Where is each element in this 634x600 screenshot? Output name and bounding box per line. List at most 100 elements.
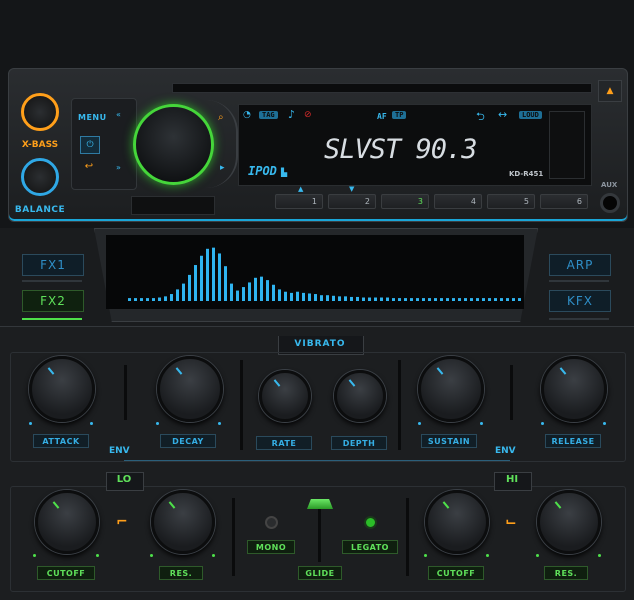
spectrum-bar bbox=[224, 266, 227, 301]
sustain-min-dot bbox=[418, 422, 421, 425]
skip-back-icon[interactable]: « bbox=[116, 110, 121, 119]
kfx-button[interactable]: KFX bbox=[549, 290, 611, 312]
search-icon[interactable]: ⌕ bbox=[218, 112, 224, 123]
preset-button-1[interactable]: 1 bbox=[275, 194, 323, 209]
vibrato-divider-4 bbox=[510, 365, 513, 420]
spectrum-bar bbox=[170, 294, 173, 301]
spectrum-bar bbox=[326, 295, 329, 301]
hi-res-max-dot bbox=[598, 554, 601, 557]
kfx-indicator bbox=[549, 318, 609, 320]
lo-res-max-dot bbox=[212, 554, 215, 557]
spectrum-bar bbox=[482, 298, 485, 301]
spectrum-bar bbox=[380, 297, 383, 301]
power-icon: ⏻ bbox=[86, 140, 94, 150]
preset-button-3[interactable]: 3 bbox=[381, 194, 429, 209]
skip-forward-icon[interactable]: » bbox=[116, 163, 121, 172]
decay-max-dot bbox=[218, 422, 221, 425]
tag-badge: TAG bbox=[259, 111, 278, 119]
hi-label: HI bbox=[505, 474, 519, 485]
fx2-indicator bbox=[22, 318, 82, 320]
lo-cutoff-knob[interactable] bbox=[35, 490, 99, 554]
lo-res-knob[interactable] bbox=[151, 490, 215, 554]
lo-cutoff-label: CUTOFF bbox=[37, 566, 95, 580]
lowpass-icon: ⌐ bbox=[116, 514, 128, 530]
knob-indicator bbox=[169, 501, 176, 509]
filter-divider-2 bbox=[406, 498, 409, 576]
spectrum-bar bbox=[446, 298, 449, 301]
tp-badge: TP bbox=[392, 111, 407, 119]
glide-slider-handle[interactable] bbox=[307, 499, 333, 509]
preset-button-2[interactable]: 2 bbox=[328, 194, 376, 209]
volume-display-slot bbox=[131, 196, 215, 215]
vibrato-divider-1 bbox=[124, 365, 127, 420]
sustain-knob[interactable] bbox=[418, 356, 484, 422]
fx2-button[interactable]: FX2 bbox=[22, 290, 84, 312]
aux-jack[interactable] bbox=[600, 193, 620, 213]
eject-icon: ▲ bbox=[606, 86, 614, 96]
spectrum-bar bbox=[194, 265, 197, 301]
no-icon: ⊘ bbox=[304, 110, 312, 120]
spectrum-bar bbox=[272, 284, 275, 301]
hi-cutoff-label: CUTOFF bbox=[428, 566, 484, 580]
preset-down-arrow: ▼ bbox=[349, 185, 355, 193]
stereo-icon: ↔ bbox=[498, 108, 508, 121]
spectrum-bar bbox=[260, 276, 263, 301]
spectrum-bar bbox=[290, 292, 293, 301]
legato-button[interactable]: LEGATO bbox=[342, 540, 398, 554]
decay-knob[interactable] bbox=[157, 356, 223, 422]
lo-label: LO bbox=[116, 474, 132, 485]
fx1-button[interactable]: FX1 bbox=[22, 254, 84, 276]
spectrum-bar bbox=[362, 297, 365, 301]
spectrum-bar bbox=[242, 287, 245, 301]
spectrum-bar bbox=[458, 298, 461, 301]
back-button[interactable]: ↩ bbox=[80, 161, 98, 175]
rate-knob[interactable] bbox=[259, 370, 311, 422]
forward-icon[interactable]: ▸ bbox=[220, 163, 225, 173]
release-min-dot bbox=[541, 422, 544, 425]
af-indicator: AF bbox=[377, 112, 387, 121]
spectrum-bar bbox=[278, 289, 281, 301]
folder-icon: ▙ bbox=[281, 168, 288, 177]
mono-button[interactable]: MONO bbox=[247, 540, 295, 554]
lo-cutoff-max-dot bbox=[96, 554, 99, 557]
mono-led bbox=[265, 516, 278, 529]
sustain-label: SUSTAIN bbox=[421, 434, 477, 448]
spectrum-bar bbox=[512, 298, 515, 301]
release-knob[interactable] bbox=[541, 356, 607, 422]
preset-button-6[interactable]: 6 bbox=[540, 194, 588, 209]
vibrato-inner bbox=[10, 352, 626, 462]
hi-res-knob[interactable] bbox=[537, 490, 601, 554]
arp-button[interactable]: ARP bbox=[549, 254, 611, 276]
arp-indicator bbox=[549, 280, 609, 282]
power-button[interactable]: ⏻ bbox=[80, 136, 100, 154]
xbass-knob[interactable] bbox=[21, 93, 59, 131]
spectrum-bar bbox=[302, 292, 305, 301]
eject-button[interactable]: ▲ bbox=[598, 80, 622, 102]
volume-knob[interactable] bbox=[133, 104, 214, 185]
preset-button-5[interactable]: 5 bbox=[487, 194, 535, 209]
legato-led bbox=[364, 516, 377, 529]
attack-knob[interactable] bbox=[29, 356, 95, 422]
spectrum-bar bbox=[440, 298, 443, 301]
spectrum-bar bbox=[176, 289, 179, 301]
vibrato-divider-2 bbox=[240, 360, 243, 450]
spectrum-bar bbox=[428, 298, 431, 301]
knob-indicator bbox=[273, 379, 281, 388]
spectrum-bar bbox=[314, 294, 317, 301]
hi-cutoff-knob[interactable] bbox=[425, 490, 489, 554]
spectrum-bar bbox=[332, 295, 335, 301]
depth-knob[interactable] bbox=[334, 370, 386, 422]
knob-indicator bbox=[559, 367, 567, 376]
lo-res-label: RES. bbox=[159, 566, 203, 580]
spectrum-bar bbox=[158, 297, 161, 301]
clock-icon: ◔ bbox=[243, 110, 251, 120]
knob-indicator bbox=[555, 501, 562, 509]
preset-button-4[interactable]: 4 bbox=[434, 194, 482, 209]
balance-knob[interactable] bbox=[21, 158, 59, 196]
spectrum-bar bbox=[398, 298, 401, 301]
spectrum-bar bbox=[182, 283, 185, 301]
menu-button[interactable]: MENU bbox=[78, 113, 107, 122]
vibrato-divider-3 bbox=[398, 360, 401, 450]
attack-min-dot bbox=[29, 422, 32, 425]
spectrum-bar bbox=[470, 298, 473, 301]
